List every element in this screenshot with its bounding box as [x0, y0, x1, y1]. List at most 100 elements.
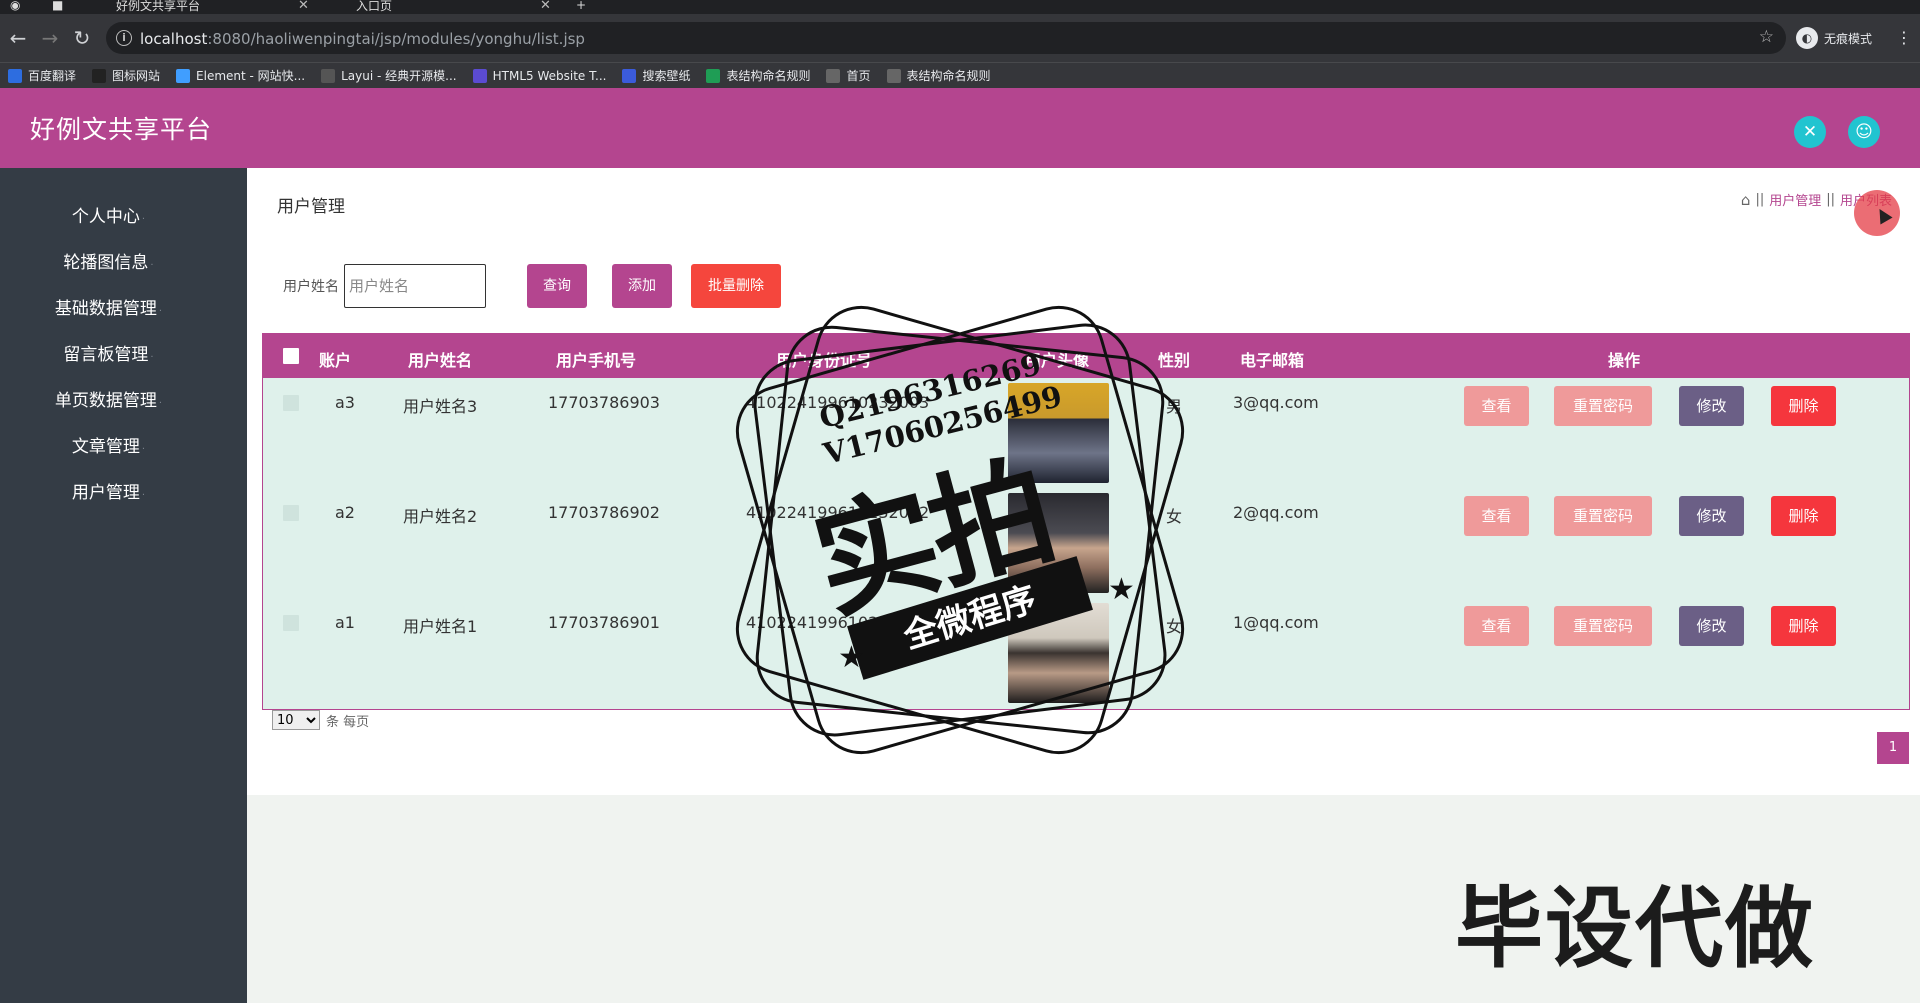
user-avatar-image[interactable]	[1008, 493, 1109, 593]
bookmark-star-icon[interactable]: ☆	[1759, 27, 1774, 47]
submenu-dot-icon: ·	[158, 398, 163, 409]
delete-button[interactable]: 删除	[1771, 386, 1836, 426]
query-button[interactable]: 查询	[527, 264, 587, 308]
browser-menu-icon[interactable]: ◉	[10, 0, 20, 14]
submenu-dot-icon: ·	[150, 260, 154, 271]
cell-name: 用户姓名2	[403, 507, 478, 526]
add-button[interactable]: 添加	[612, 264, 672, 308]
reset-password-button[interactable]: 重置密码	[1554, 386, 1652, 426]
sidebar-item-label: 文章管理	[71, 437, 140, 457]
bookmark-label: 表结构命名规则	[906, 69, 991, 83]
sidebar-item-carousel[interactable]: 轮播图信息 ·	[0, 248, 217, 273]
sidebar-item-single-page[interactable]: 单页数据管理 ·	[0, 386, 217, 411]
tab-title: 好例文共享平台	[116, 0, 201, 13]
browser-toolbar: ← → ↻ i localhost:8080/haoliwenpingtai/j…	[0, 14, 1920, 62]
reset-password-button[interactable]: 重置密码	[1554, 606, 1652, 646]
new-tab-icon[interactable]: +	[576, 0, 586, 14]
reset-password-button[interactable]: 重置密码	[1554, 496, 1652, 536]
user-avatar-icon[interactable]: ☺	[1848, 116, 1880, 148]
sidebar-item-label: 留言板管理	[63, 345, 149, 365]
submenu-dot-icon: ·	[150, 352, 154, 363]
bookmark-label: 图标网站	[112, 69, 161, 83]
cell-name: 用户姓名1	[403, 617, 478, 636]
bookmark-item[interactable]: 首页	[826, 67, 871, 84]
edit-button[interactable]: 修改	[1679, 496, 1744, 536]
page-size-select[interactable]: 10	[272, 710, 320, 730]
browser-tab-strip: ◉ ■ 好例文共享平台 ✕ 入口页 ✕ +	[0, 0, 1920, 14]
view-button[interactable]: 查看	[1464, 606, 1529, 646]
breadcrumb-separator: ||	[1755, 192, 1765, 207]
reload-icon[interactable]: ↻	[70, 26, 94, 50]
sidebar: 个人中心 · 轮播图信息 · 基础数据管理 · 留言板管理 · 单页数据管理 · 文章管理…	[0, 168, 247, 1003]
cell-gender: 女	[1166, 507, 1183, 526]
bookmark-label: Element - 网站快...	[196, 69, 306, 83]
user-avatar-image[interactable]	[1008, 383, 1109, 483]
home-icon[interactable]: ⌂	[1741, 191, 1751, 209]
row-checkbox[interactable]	[283, 505, 299, 521]
bookmark-item[interactable]: HTML5 Website T...	[472, 68, 607, 83]
html5-icon	[472, 68, 487, 83]
sidebar-item-users[interactable]: 用户管理 ·	[0, 478, 217, 503]
delete-button[interactable]: 删除	[1771, 606, 1836, 646]
cell-id-card: 410224199610232003	[746, 393, 930, 412]
breadcrumb-item[interactable]: 用户管理	[1769, 190, 1821, 209]
cell-email: 2@qq.com	[1233, 503, 1319, 522]
select-all-checkbox[interactable]	[283, 348, 299, 364]
browser-tab-active[interactable]: 好例文共享平台 ✕	[96, 0, 310, 14]
bookmark-label: HTML5 Website T...	[492, 68, 607, 83]
bookmark-item[interactable]: 搜索壁纸	[622, 67, 690, 84]
layui-icon	[321, 68, 336, 83]
column-header: 性别	[1158, 351, 1191, 370]
sidebar-item-label: 轮播图信息	[63, 253, 149, 273]
page-number-button[interactable]: 1	[1877, 732, 1909, 764]
search-label: 用户姓名	[283, 279, 339, 295]
sidebar-item-label: 单页数据管理	[54, 391, 157, 411]
incognito-label: 无痕模式	[1824, 31, 1873, 46]
search-input[interactable]	[344, 264, 486, 308]
edit-button[interactable]: 修改	[1679, 606, 1744, 646]
view-button[interactable]: 查看	[1464, 496, 1529, 536]
cell-id-card: 410224199610232002	[746, 503, 930, 522]
sidebar-item-articles[interactable]: 文章管理 ·	[0, 432, 217, 457]
close-tab-icon[interactable]: ✕	[298, 0, 309, 13]
bookmark-label: 首页	[846, 69, 871, 83]
sidebar-item-profile[interactable]: 个人中心 ·	[0, 202, 217, 227]
close-tab-icon[interactable]: ✕	[540, 0, 551, 13]
view-button[interactable]: 查看	[1464, 386, 1529, 426]
bookmark-item[interactable]: Layui - 经典开源模...	[321, 67, 457, 84]
page-size-suffix: 条 每页	[326, 714, 370, 730]
cell-name: 用户姓名3	[403, 397, 478, 416]
site-info-icon[interactable]: i	[116, 30, 132, 46]
address-bar[interactable]: i localhost:8080/haoliwenpingtai/jsp/mod…	[106, 22, 1786, 54]
fullscreen-icon[interactable]: ✕	[1794, 116, 1826, 148]
row-checkbox[interactable]	[283, 615, 299, 631]
user-table: 账户 用户姓名 用户手机号 用户身份证号 用户头像 性别 电子邮箱 操作 a3 …	[262, 333, 1910, 710]
bookmark-item[interactable]: 表结构命名规则	[706, 67, 810, 84]
sidebar-item-basic-data[interactable]: 基础数据管理 ·	[0, 294, 217, 319]
cell-gender: 女	[1166, 617, 1183, 636]
sidebar-item-message-board[interactable]: 留言板管理 ·	[0, 340, 217, 365]
cell-phone: 17703786902	[548, 503, 660, 522]
incognito-indicator[interactable]: ◐ 无痕模式	[1796, 24, 1872, 52]
forward-icon[interactable]: →	[38, 26, 62, 50]
user-avatar-image[interactable]	[1008, 603, 1109, 703]
more-menu-icon[interactable]: ⋮	[1896, 28, 1912, 47]
bulk-delete-button[interactable]: 批量删除	[691, 264, 781, 308]
column-header: 用户手机号	[556, 351, 637, 370]
edit-button[interactable]: 修改	[1679, 386, 1744, 426]
bookmark-item[interactable]: Element - 网站快...	[176, 67, 305, 84]
bookmark-item[interactable]: 表结构命名规则	[886, 67, 991, 84]
bookmark-item[interactable]: 百度翻译	[8, 67, 76, 84]
back-icon[interactable]: ←	[6, 26, 30, 50]
browser-tab[interactable]: 入口页 ✕	[330, 0, 552, 14]
cell-phone: 17703786903	[548, 393, 660, 412]
wallpaper-icon	[622, 68, 637, 83]
submenu-dot-icon: ·	[141, 490, 146, 501]
bookmark-item[interactable]: 图标网站	[92, 67, 160, 84]
table-row: a1 用户姓名1 17703786901 410224199610232001 …	[263, 598, 1909, 708]
sidebar-item-label: 基础数据管理	[54, 299, 157, 319]
cell-email: 3@qq.com	[1233, 393, 1319, 412]
main-content: 用户管理 ⌂ || 用户管理 || 用户列表 用户姓名 查询 添加 批量删除 账…	[247, 168, 1920, 795]
row-checkbox[interactable]	[283, 395, 299, 411]
delete-button[interactable]: 删除	[1771, 496, 1836, 536]
